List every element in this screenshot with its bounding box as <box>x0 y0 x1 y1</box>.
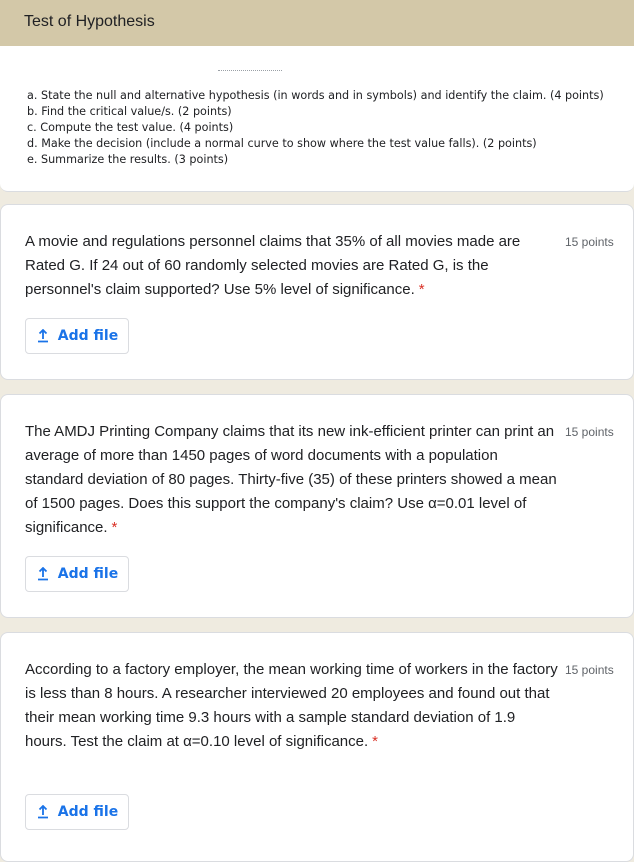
instruction-item: a. State the null and alternative hypoth… <box>27 89 604 102</box>
section-header: Test of Hypothesis <box>0 0 634 46</box>
question-card: The AMDJ Printing Company claims that it… <box>0 394 634 618</box>
add-file-label: Add file <box>57 804 119 820</box>
add-file-label: Add file <box>57 328 119 344</box>
question-card: According to a factory employer, the mea… <box>0 632 634 862</box>
instruction-item: e. Summarize the results. (3 points) <box>27 153 229 166</box>
question-points: 15 points <box>565 425 614 439</box>
instructions-card: a. State the null and alternative hypoth… <box>0 46 634 192</box>
upload-icon <box>37 805 48 819</box>
question-points: 15 points <box>565 235 614 249</box>
add-file-label: Add file <box>57 566 119 582</box>
required-asterisk: * <box>111 519 118 536</box>
add-file-button[interactable]: Add file <box>25 318 129 354</box>
instruction-item: b. Find the critical value/s. (2 points) <box>27 105 232 118</box>
instructions-list: a. State the null and alternative hypoth… <box>27 88 604 168</box>
question-text: According to a factory employer, the mea… <box>25 658 559 754</box>
required-asterisk: * <box>418 281 425 298</box>
question-text: A movie and regulations personnel claims… <box>25 230 559 302</box>
upload-icon <box>37 329 48 343</box>
upload-icon <box>37 567 48 581</box>
question-text-body: A movie and regulations personnel claims… <box>25 233 521 298</box>
add-file-button[interactable]: Add file <box>25 556 129 592</box>
question-text-body: According to a factory employer, the mea… <box>25 661 558 750</box>
question-points: 15 points <box>565 663 614 677</box>
cropped-text-line <box>218 70 282 74</box>
question-card: A movie and regulations personnel claims… <box>0 204 634 380</box>
add-file-button[interactable]: Add file <box>25 794 129 830</box>
question-text-body: The AMDJ Printing Company claims that it… <box>25 423 557 536</box>
required-asterisk: * <box>372 733 379 750</box>
section-title: Test of Hypothesis <box>24 13 155 30</box>
question-text: The AMDJ Printing Company claims that it… <box>25 420 559 540</box>
instruction-item: c. Compute the test value. (4 points) <box>27 121 234 134</box>
instruction-item: d. Make the decision (include a normal c… <box>27 137 537 150</box>
